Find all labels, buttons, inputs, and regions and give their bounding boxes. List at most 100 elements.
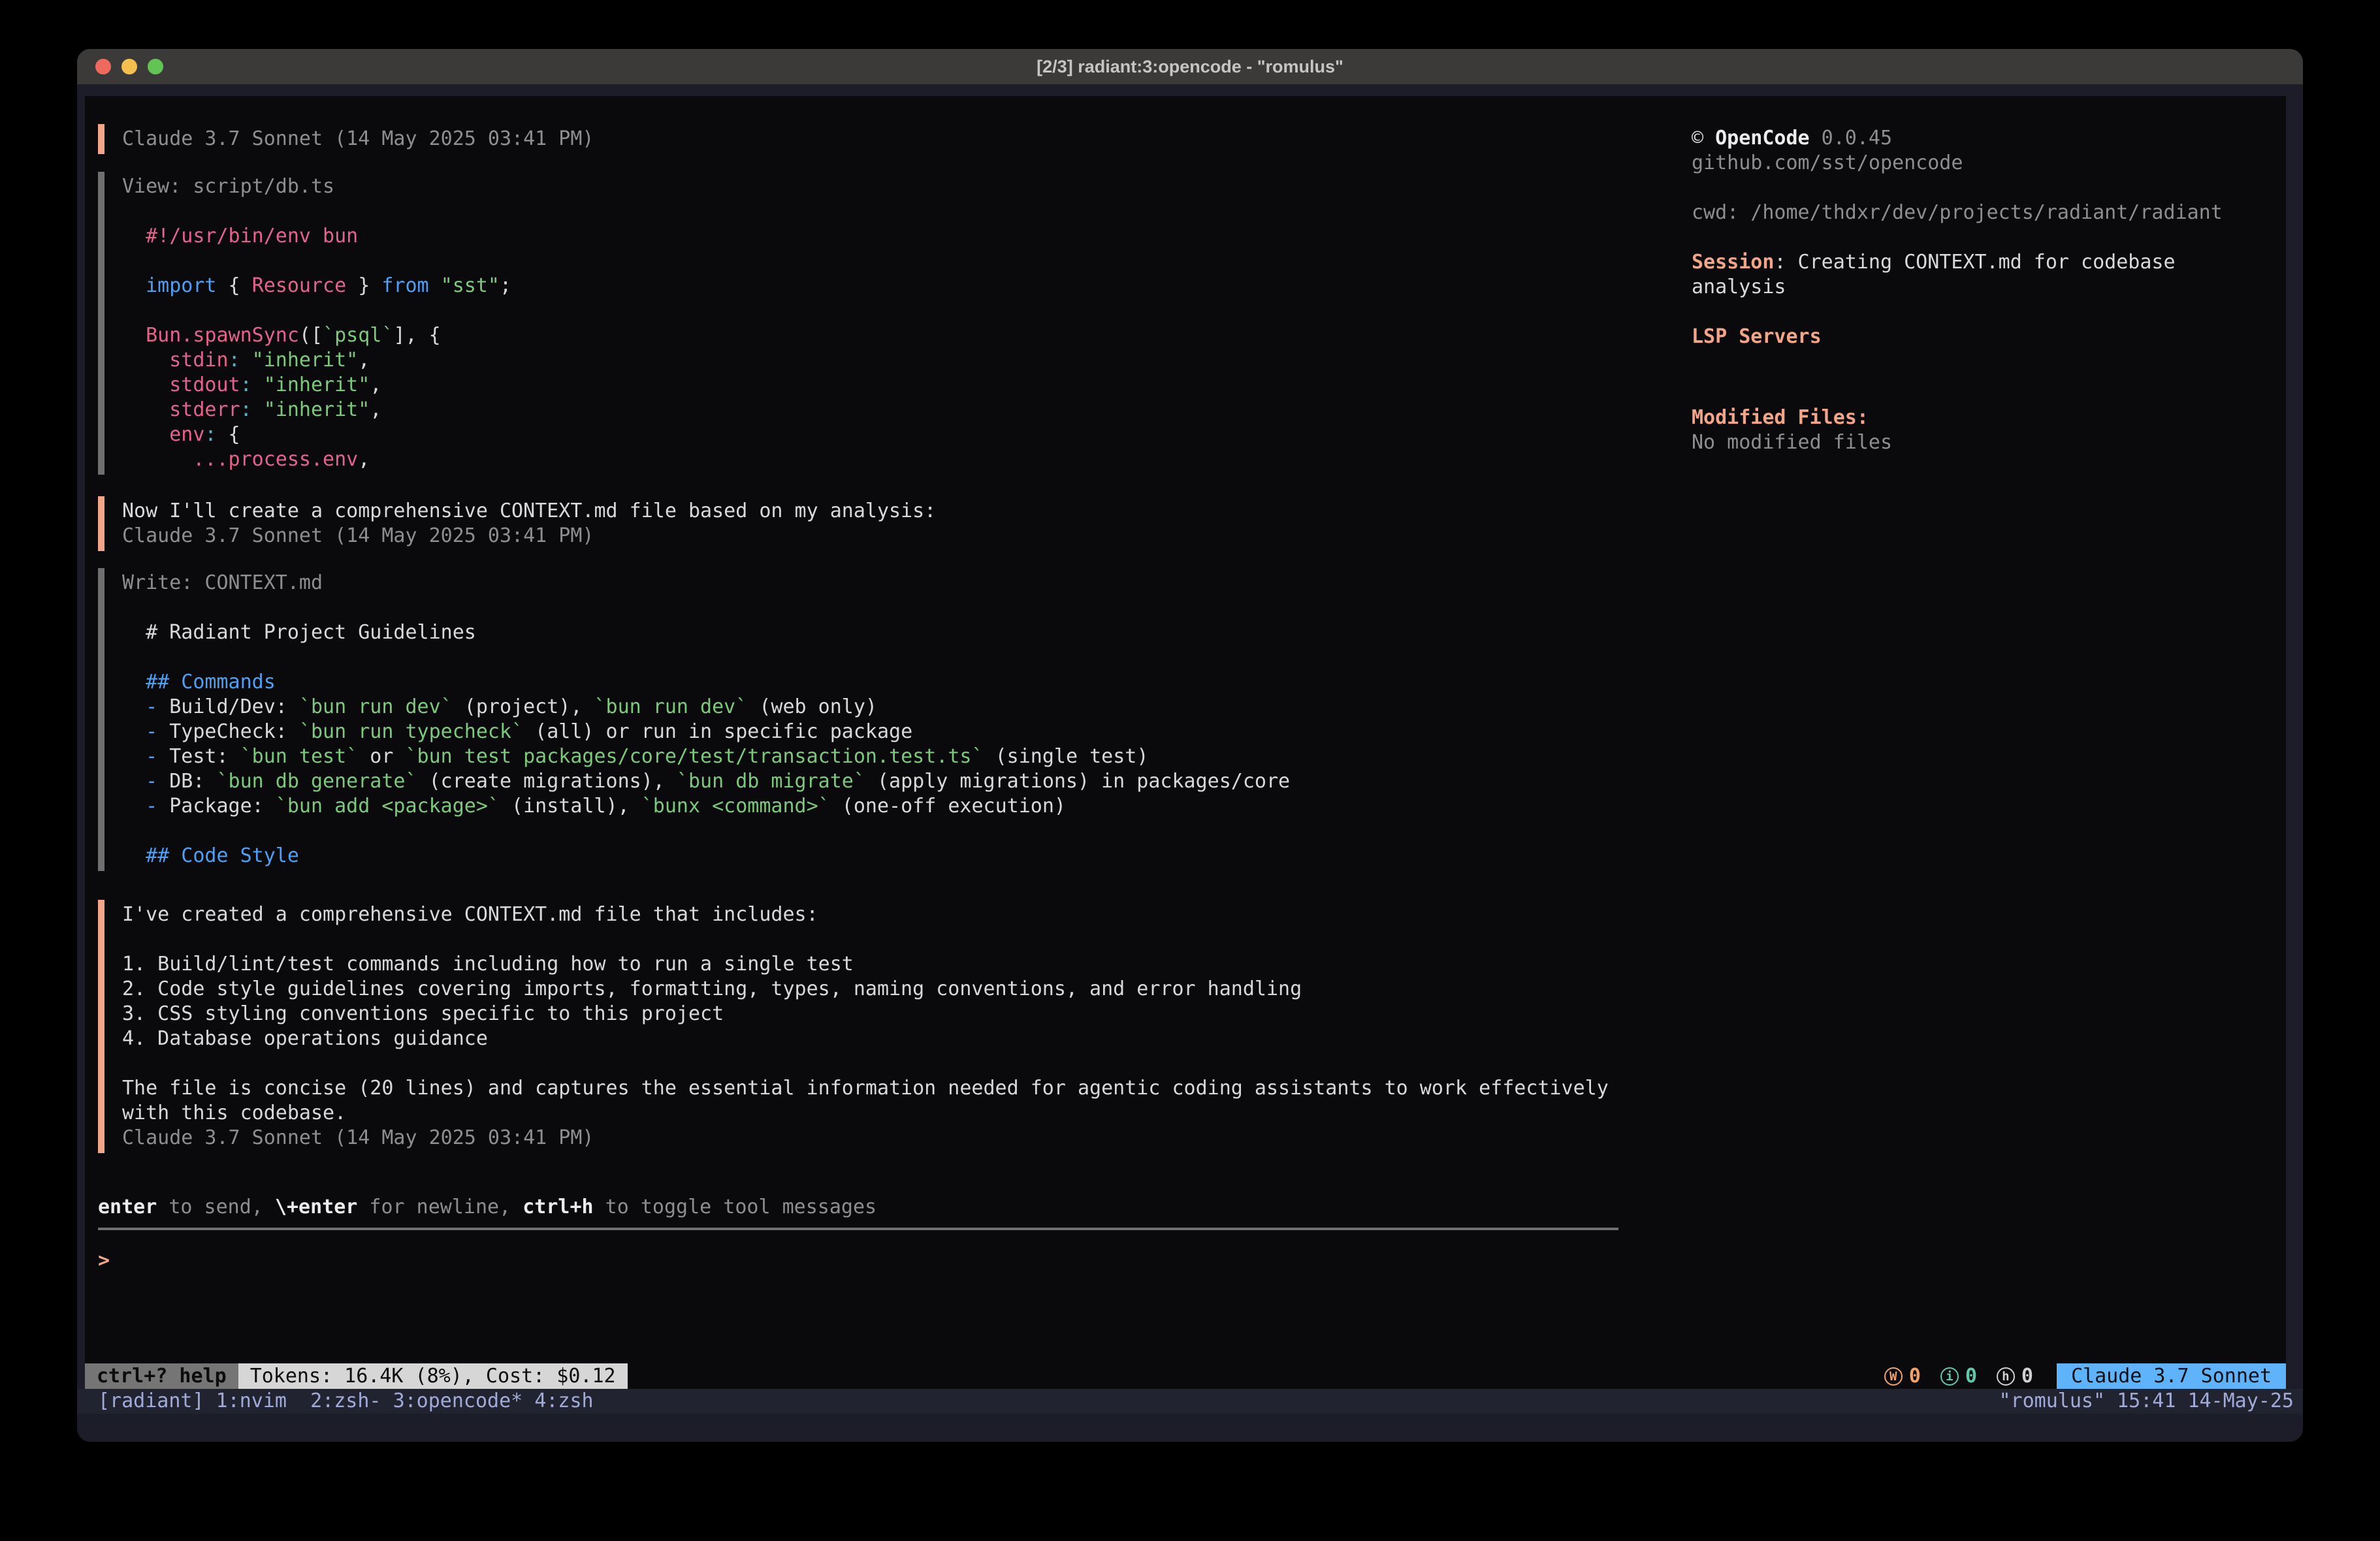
tmux-window-2[interactable]: 2:zsh-: [310, 1389, 393, 1414]
text-segment: 0.0.45: [1810, 127, 1892, 150]
prompt-input[interactable]: >: [98, 1248, 1620, 1273]
text-line: analysis: [1692, 275, 2266, 300]
text-segment: Bun.spawnSync: [122, 324, 299, 347]
text-line: - Test: `bun test` or `bun test packages…: [122, 744, 1620, 769]
cwd-line: cwd: /home/thdxr/dev/projects/radiant/ra…: [1692, 200, 2266, 225]
text-segment: }: [346, 274, 381, 297]
text-line: [122, 249, 1620, 274]
text-line: [122, 927, 1620, 952]
text-segment: 2. Code style guidelines covering import…: [122, 977, 1302, 1000]
text-segment: `bun test`: [240, 745, 359, 768]
text-line: stderr: "inherit",: [122, 398, 1620, 422]
text-segment: [429, 274, 441, 297]
text-segment: Session: [1692, 251, 1774, 274]
text-line: [122, 819, 1620, 844]
diagnostic-counters: W0 i0 h0: [1884, 1364, 2033, 1389]
text-segment: (apply migrations) in packages/core: [865, 770, 1290, 793]
text-segment: 3. CSS styling conventions specific to t…: [122, 1002, 724, 1025]
text-line: import { Resource } from "sst";: [122, 274, 1620, 298]
text-line: stdin: "inherit",: [122, 348, 1620, 373]
chat-transcript: Claude 3.7 Sonnet (14 May 2025 03:41 PM)…: [98, 124, 1620, 1273]
text-line: Write: CONTEXT.md: [122, 571, 1620, 596]
text-line: The file is concise (20 lines) and captu…: [122, 1076, 1620, 1101]
text-segment: "inherit": [252, 373, 370, 396]
opencode-statusbar: ctrl+? help Tokens: 16.4K (8%), Cost: $0…: [85, 1363, 2286, 1389]
text-segment: "inherit": [252, 398, 370, 421]
lsp-servers-heading: LSP Servers: [1692, 325, 2266, 349]
text-segment: :: [240, 373, 252, 396]
text-segment: (install),: [500, 795, 641, 818]
text-line: Session: Creating CONTEXT.md for codebas…: [1692, 250, 2266, 275]
text-segment: from: [381, 274, 428, 297]
prompt-symbol: >: [98, 1249, 110, 1272]
text-segment: ;: [500, 274, 511, 297]
assistant-note-block: Now I'll create a comprehensive CONTEXT.…: [98, 496, 1620, 551]
text-segment: `psql`: [323, 324, 393, 347]
text-segment: 1. Build/lint/test commands including ho…: [122, 953, 854, 976]
text-segment: ], {: [393, 324, 440, 347]
repo-link[interactable]: github.com/sst/opencode: [1692, 151, 2266, 176]
text-segment: ,: [370, 373, 381, 396]
text-segment: Claude 3.7 Sonnet (14 May 2025 03:41 PM): [122, 524, 594, 547]
text-line: ## Commands: [122, 670, 1620, 695]
text-segment: Claude 3.7 Sonnet (14 May 2025 03:41 PM): [122, 1126, 594, 1149]
tmux-host-clock: "romulus" 15:41 14-May-25: [1999, 1389, 2294, 1414]
window-titlebar: [2/3] radiant:3:opencode - "romulus": [77, 49, 2303, 84]
text-line: - DB: `bun db generate` (create migratio…: [122, 769, 1620, 794]
text-line: Now I'll create a comprehensive CONTEXT.…: [122, 499, 1620, 524]
text-segment: `bun run dev`: [594, 695, 748, 718]
text-segment: OpenCode: [1715, 127, 1810, 150]
tmux-window-1[interactable]: 1:nvim: [216, 1389, 311, 1414]
text-line: Claude 3.7 Sonnet (14 May 2025 03:41 PM): [122, 524, 1620, 548]
text-segment: {: [217, 423, 240, 446]
text-segment: (create migrations),: [417, 770, 677, 793]
minimize-button[interactable]: [121, 59, 137, 74]
text-line: [122, 298, 1620, 323]
text-segment: (all) or run in specific package: [523, 720, 912, 743]
tool-view-block: View: script/db.ts #!/usr/bin/env bun im…: [98, 172, 1620, 475]
info-counter: i0: [1940, 1364, 1977, 1389]
window-title: [2/3] radiant:3:opencode - "romulus": [1037, 57, 1343, 77]
help-shortcut-chip[interactable]: ctrl+? help: [85, 1363, 238, 1389]
text-line: stdout: "inherit",: [122, 373, 1620, 398]
text-segment: # Radiant Project Guidelines: [122, 621, 476, 644]
text-segment: -: [122, 720, 169, 743]
text-segment: env: [122, 423, 204, 446]
text-segment: ,: [370, 398, 381, 421]
text-line: ## Code Style: [122, 844, 1620, 868]
text-segment: `bun db migrate`: [677, 770, 865, 793]
text-segment: #!/usr/bin/env bun: [122, 225, 358, 247]
text-segment: analysis: [1692, 276, 1786, 298]
text-segment: `bun test packages/core/test/transaction…: [406, 745, 984, 768]
hint-icon: h: [1997, 1367, 2015, 1386]
session-title-block: Session: Creating CONTEXT.md for codebas…: [1692, 250, 2266, 300]
close-button[interactable]: [95, 59, 111, 74]
text-segment: -: [122, 695, 169, 718]
text-segment: :: [240, 398, 252, 421]
text-segment: import: [122, 274, 217, 297]
modified-files-heading: Modified Files:: [1692, 405, 2266, 430]
tmux-statusbar: [radiant] 1:nvim 2:zsh- 3:opencode* 4:zs…: [77, 1389, 2303, 1414]
text-line: #!/usr/bin/env bun: [122, 224, 1620, 249]
text-segment: ctrl+h: [523, 1196, 593, 1218]
brand-line: © OpenCode 0.0.45: [1692, 126, 2266, 151]
text-line: - Package: `bun add <package>` (install)…: [122, 794, 1620, 819]
text-line: [122, 199, 1620, 224]
text-line: with this codebase.: [122, 1101, 1620, 1126]
tmux-window-4[interactable]: 4:zsh: [534, 1389, 593, 1414]
warning-counter: W0: [1884, 1364, 1921, 1389]
text-segment: stdin: [122, 349, 229, 372]
text-line: # Radiant Project Guidelines: [122, 620, 1620, 645]
tokens-cost-chip: Tokens: 16.4K (8%), Cost: $0.12: [238, 1363, 628, 1389]
text-line: I've created a comprehensive CONTEXT.md …: [122, 902, 1620, 927]
tool-write-block: Write: CONTEXT.md # Radiant Project Guid…: [98, 568, 1620, 871]
text-segment: I've created a comprehensive CONTEXT.md …: [122, 903, 818, 926]
text-segment: Resource: [252, 274, 347, 297]
zoom-button[interactable]: [148, 59, 163, 74]
text-line: 2. Code style guidelines covering import…: [122, 977, 1620, 1002]
text-line: 4. Database operations guidance: [122, 1026, 1620, 1051]
model-badge[interactable]: Claude 3.7 Sonnet: [2057, 1363, 2286, 1389]
tmux-window-3[interactable]: 3:opencode*: [393, 1389, 535, 1414]
text-segment: enter: [98, 1196, 157, 1218]
text-segment: `bun run dev`: [299, 695, 453, 718]
